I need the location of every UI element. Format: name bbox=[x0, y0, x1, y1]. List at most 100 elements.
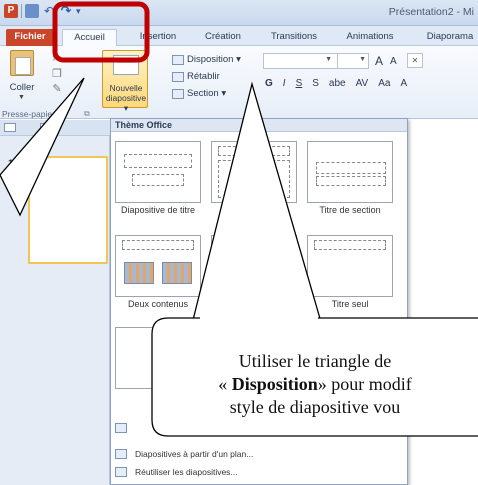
gallery-header: Thème Office bbox=[111, 119, 407, 132]
layout-section-header[interactable]: Titre de section bbox=[307, 141, 393, 215]
layout-title-slide[interactable]: Diapositive de titre bbox=[115, 141, 201, 215]
font-size-separator bbox=[337, 54, 338, 68]
reset-button[interactable]: Rétablir bbox=[172, 71, 220, 82]
duplicate-icon bbox=[115, 423, 127, 433]
ribbon-accueil: Coller ▼ ✂ ❐ ✎ Nouvelle diapositive ▾ Di… bbox=[0, 46, 478, 119]
placeholder bbox=[218, 146, 290, 156]
callout-line2-suffix: » pour modif bbox=[317, 374, 412, 394]
new-slide-icon bbox=[113, 55, 139, 75]
layout-thumbnail bbox=[211, 235, 297, 297]
layout-label: Titre de section bbox=[319, 205, 381, 215]
layout-icon bbox=[172, 54, 184, 65]
reuse-slides-label: Réutiliser les diapositives... bbox=[135, 467, 238, 477]
strikethrough-button[interactable]: abe bbox=[329, 78, 346, 89]
tab-accueil[interactable]: Accueil bbox=[62, 29, 117, 46]
layout-label: Disposition ▾ bbox=[187, 54, 241, 65]
clipboard-icon bbox=[10, 50, 34, 76]
title-bar: P ↶ ↷ ▾ Présentation2 - Mi bbox=[0, 0, 478, 26]
char-spacing-button[interactable]: AV bbox=[356, 78, 369, 89]
layout-thumbnail bbox=[307, 141, 393, 203]
customize-qat-icon[interactable]: ▾ bbox=[76, 4, 90, 18]
save-icon[interactable] bbox=[25, 4, 39, 18]
layout-thumbnail bbox=[307, 235, 393, 297]
placeholder bbox=[122, 240, 194, 250]
duplicate-slides-item[interactable] bbox=[115, 421, 135, 435]
qat-separator bbox=[21, 4, 22, 18]
layout-title-only[interactable]: Titre seul bbox=[307, 235, 393, 309]
outline-tab-icon[interactable] bbox=[40, 123, 52, 132]
layout-comparison[interactable] bbox=[211, 235, 297, 299]
tab-diaporama[interactable]: Diaporama bbox=[420, 29, 478, 46]
clipboard-small-tools: ✂ ❐ ✎ bbox=[44, 52, 70, 102]
callout-line3: style de diapositive vou bbox=[229, 397, 401, 417]
placeholder bbox=[218, 160, 290, 198]
underline-button[interactable]: S bbox=[296, 78, 303, 89]
section-icon bbox=[172, 88, 184, 99]
tab-transitions[interactable]: Transitions bbox=[264, 29, 324, 46]
placeholder bbox=[256, 254, 290, 292]
tab-fichier[interactable]: Fichier bbox=[6, 29, 54, 46]
slides-from-outline-item[interactable]: Diapositives à partir d'un plan... bbox=[115, 447, 253, 461]
quick-access-toolbar: P ↶ ↷ ▾ bbox=[4, 4, 90, 18]
shrink-font-button[interactable]: A bbox=[390, 56, 397, 67]
new-slide-button[interactable]: Nouvelle diapositive ▾ bbox=[102, 50, 148, 113]
placeholder bbox=[314, 240, 386, 250]
callout-line1: Utiliser le triangle de bbox=[238, 351, 392, 371]
tab-animations[interactable]: Animations bbox=[340, 29, 400, 46]
layout-label: Diapositive de titre bbox=[120, 205, 196, 215]
placeholder bbox=[316, 162, 386, 174]
chevron-down-icon[interactable]: ▼ bbox=[359, 56, 366, 63]
chevron-down-icon[interactable]: ▼ bbox=[325, 56, 332, 63]
slide-thumbnail[interactable] bbox=[28, 156, 108, 264]
layout-thumbnail bbox=[115, 141, 201, 203]
placeholder bbox=[218, 254, 252, 292]
font-format-row: G I S S abe AV Aa A bbox=[265, 78, 407, 89]
placeholder bbox=[316, 176, 386, 186]
content-placeholder-icon bbox=[124, 262, 154, 284]
slides-pane: 1 bbox=[0, 120, 110, 485]
font-name-input[interactable]: ▼ ▼ bbox=[263, 53, 369, 69]
tab-insertion[interactable]: Insertion bbox=[130, 29, 186, 46]
layout-thumbnail bbox=[115, 235, 201, 297]
slides-tab-icon[interactable] bbox=[4, 123, 16, 132]
paste-label: Coller bbox=[9, 82, 35, 93]
change-case-button[interactable]: Aa bbox=[378, 78, 390, 89]
layout-label: Deux contenus bbox=[127, 299, 189, 309]
reset-icon bbox=[172, 71, 184, 82]
italic-button[interactable]: I bbox=[283, 78, 286, 89]
pane-tabs bbox=[0, 120, 110, 136]
reuse-slides-item[interactable]: Réutiliser les diapositives... bbox=[115, 465, 238, 479]
font-color-button[interactable]: A bbox=[400, 78, 407, 89]
tab-creation[interactable]: Création bbox=[198, 29, 248, 46]
placeholder bbox=[218, 240, 290, 250]
redo-icon[interactable]: ↷ bbox=[59, 4, 73, 18]
reuse-icon bbox=[115, 467, 127, 477]
outline-icon bbox=[115, 449, 127, 459]
layout-button[interactable]: Disposition ▾ bbox=[172, 54, 241, 65]
undo-icon[interactable]: ↶ bbox=[42, 4, 56, 18]
reset-label: Rétablir bbox=[187, 71, 220, 82]
copy-icon[interactable]: ❐ bbox=[44, 67, 70, 82]
callout-line2: « Disposition» pour modif bbox=[152, 373, 478, 396]
clear-formatting-icon[interactable]: ✕ bbox=[407, 53, 423, 68]
grow-font-button[interactable]: A bbox=[375, 54, 383, 68]
bold-button[interactable]: G bbox=[265, 78, 273, 89]
layout-two-content[interactable]: Deux contenus bbox=[115, 235, 201, 309]
callout-text: Utiliser le triangle de « Disposition» p… bbox=[152, 350, 478, 430]
powerpoint-logo-icon[interactable]: P bbox=[4, 4, 18, 18]
callout-line2-prefix: « bbox=[218, 374, 232, 394]
section-label: Section ▾ bbox=[187, 88, 227, 99]
cut-icon[interactable]: ✂ bbox=[44, 52, 70, 67]
new-slide-label-line1: Nouvelle bbox=[109, 83, 143, 93]
content-placeholder-icon bbox=[162, 262, 192, 284]
window-title: Présentation2 - Mi bbox=[388, 6, 474, 18]
layout-thumbnail bbox=[211, 141, 297, 203]
dialog-launcher-icon[interactable]: ⧉ bbox=[84, 109, 90, 119]
placeholder bbox=[132, 174, 184, 186]
callout-line2-bold: Disposition bbox=[231, 374, 318, 394]
format-painter-icon[interactable]: ✎ bbox=[44, 82, 70, 97]
paste-button[interactable]: Coller ▼ bbox=[4, 50, 40, 105]
layout-title-content[interactable]: Ti bbox=[211, 141, 297, 215]
shadow-button[interactable]: S bbox=[312, 78, 319, 89]
section-button[interactable]: Section ▾ bbox=[172, 88, 226, 99]
